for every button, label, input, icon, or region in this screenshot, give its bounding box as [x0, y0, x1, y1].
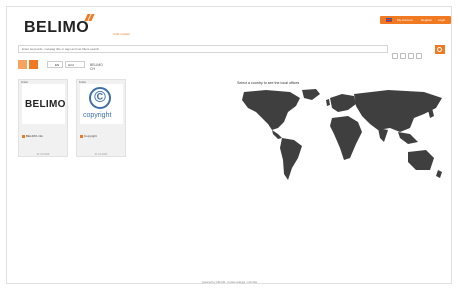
language-value: EN — [55, 63, 60, 67]
register-link[interactable]: Register — [421, 18, 432, 22]
search-tools — [392, 46, 432, 59]
edit-icon[interactable] — [408, 53, 414, 59]
folder-card-copyright[interactable]: Folder © copyright Copyright 01.01.2023 — [76, 79, 126, 157]
map-southeast-asia — [398, 132, 418, 144]
language-select[interactable]: EN — [47, 61, 63, 68]
brand-flame-icon — [84, 14, 96, 21]
folder-label[interactable]: BELIMO.info — [22, 134, 43, 138]
search-row — [18, 45, 445, 59]
copyright-thumbnail-text: copyright — [83, 112, 112, 119]
basket-icon[interactable] — [400, 53, 406, 59]
back-button[interactable] — [29, 60, 38, 69]
map-title: Select a country to see the local office… — [237, 81, 300, 85]
folder-label[interactable]: Copyright — [80, 134, 97, 138]
map-uk — [326, 99, 330, 106]
map-north-america — [242, 90, 300, 130]
map-new-zealand — [436, 170, 442, 178]
breadcrumb[interactable]: BELIMO CH — [90, 63, 103, 71]
folder-thumbnail: © copyright — [80, 84, 123, 124]
login-link[interactable]: Login — [438, 18, 445, 22]
map-south-america — [280, 138, 302, 180]
world-map[interactable] — [238, 88, 448, 185]
map-africa — [330, 116, 362, 160]
folder-card-belimo[interactable]: Folder BELIMO BELIMO.info 01.01.2023 — [18, 79, 68, 157]
search-button[interactable] — [435, 45, 445, 54]
map-india — [378, 128, 388, 142]
brand-name: BELIMO — [24, 19, 90, 36]
brand-logo[interactable]: BELIMO — [24, 14, 95, 37]
cad-models-link[interactable]: CAD models — [113, 32, 130, 36]
map-central-america — [272, 130, 282, 139]
folder-date: 01.01.2023 — [36, 153, 50, 156]
search-input[interactable] — [18, 45, 388, 53]
top-user-bar: My Account Register Login — [380, 16, 451, 24]
folder-date: 01.01.2023 — [94, 153, 108, 156]
map-europe — [330, 94, 356, 112]
my-account-link[interactable]: My Account — [397, 18, 413, 22]
map-greenland — [302, 89, 320, 100]
home-button[interactable] — [18, 60, 27, 69]
print-icon[interactable] — [392, 53, 398, 59]
copyright-icon: © — [89, 87, 111, 109]
view-value: Grid — [68, 63, 74, 67]
view-select[interactable]: Grid — [65, 61, 85, 68]
belimo-logo-image: BELIMO — [25, 99, 66, 110]
folder-thumbnail: BELIMO — [22, 84, 65, 124]
filter-icon[interactable] — [416, 53, 422, 59]
page-footer: powered by CELUM - Cookie settings - Inf… — [201, 281, 258, 284]
us-flag-icon[interactable] — [386, 18, 392, 22]
map-australia — [408, 150, 434, 170]
